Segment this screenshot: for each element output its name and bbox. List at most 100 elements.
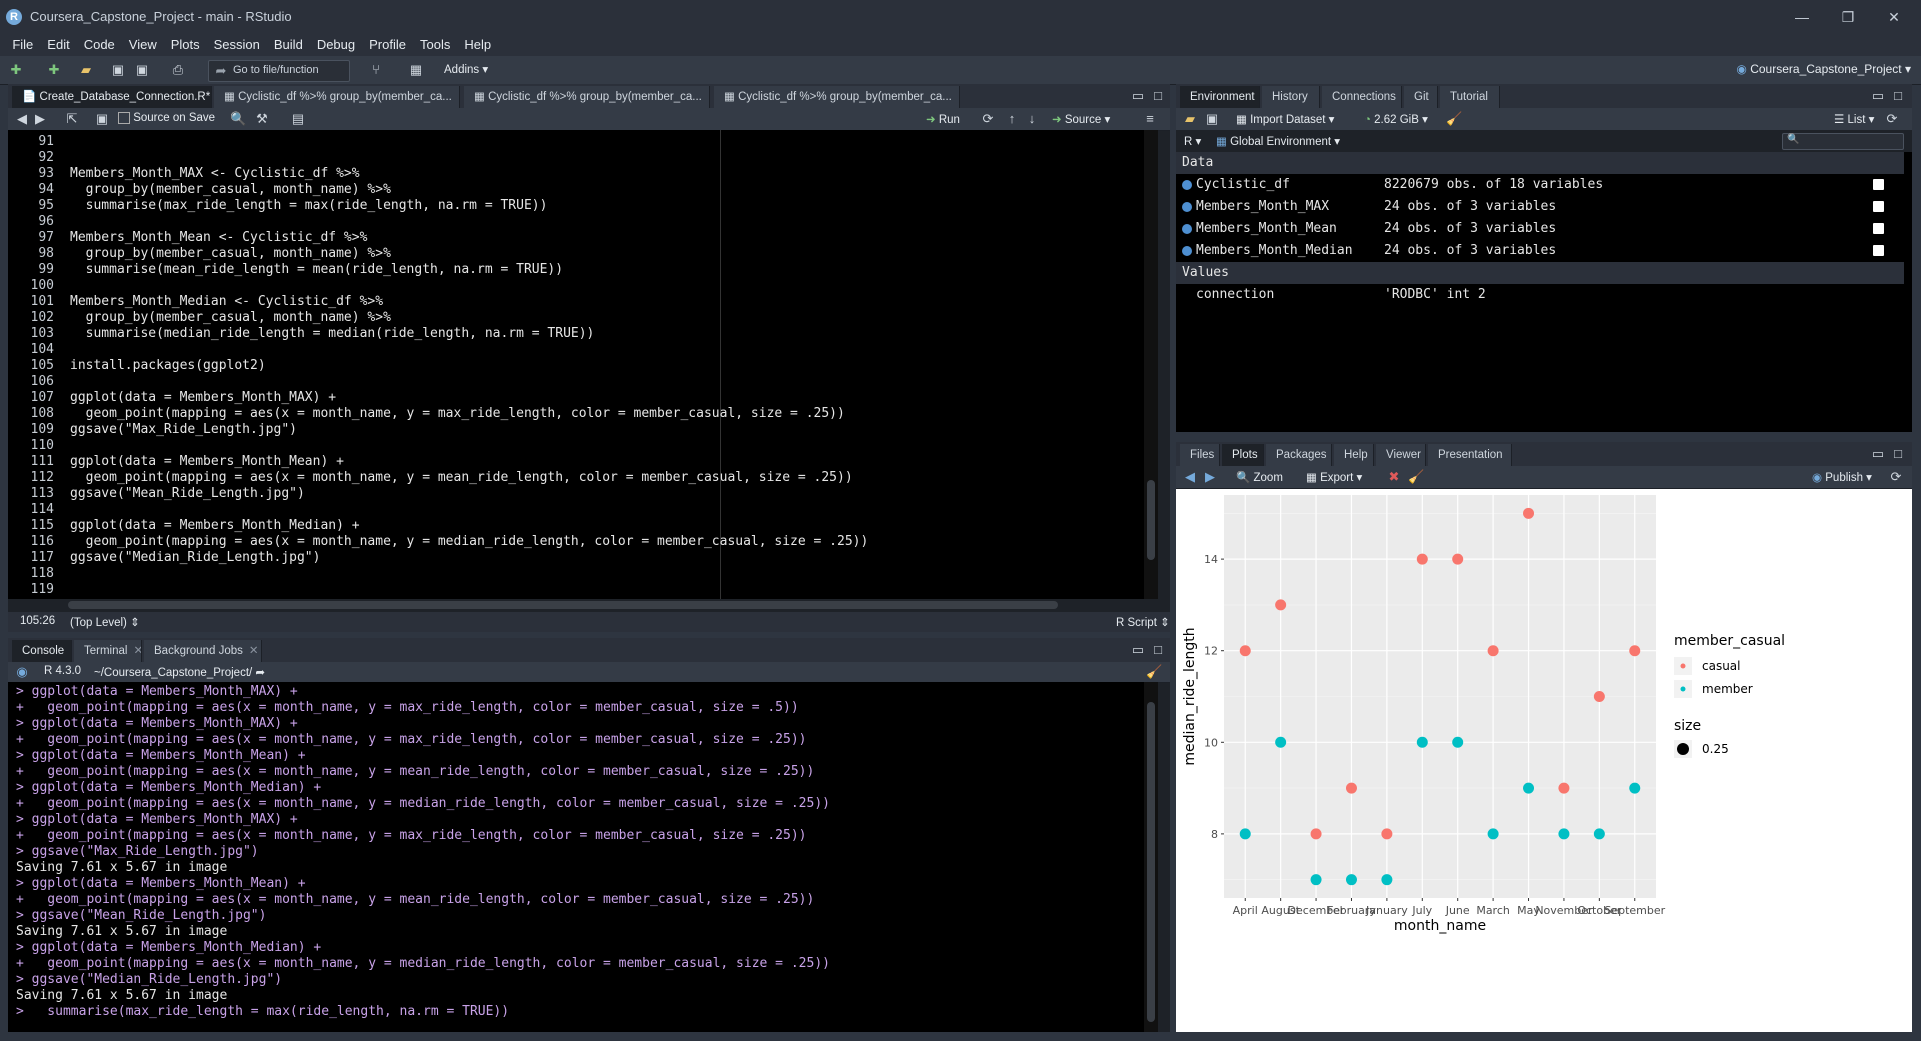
new-file-icon[interactable]: ✚ <box>8 62 24 78</box>
language-selector[interactable]: R ▾ <box>1184 134 1201 148</box>
menu-tools[interactable]: Tools <box>413 34 457 56</box>
save-all-icon[interactable]: ▣ <box>134 62 150 78</box>
minimize-icon[interactable]: — <box>1782 7 1822 27</box>
remove-plot-icon[interactable]: ✖ <box>1386 469 1402 485</box>
tab-files[interactable]: Files <box>1180 444 1220 466</box>
close-icon[interactable]: ✕ <box>1874 7 1914 27</box>
zoom-button[interactable]: 🔍 Zoom <box>1236 470 1283 484</box>
refresh-plot-icon[interactable]: ⟳ <box>1888 469 1904 485</box>
menu-profile[interactable]: Profile <box>362 34 413 56</box>
maximize-plots-icon[interactable]: □ <box>1890 446 1906 462</box>
file-type-indicator[interactable]: R Script ⇕ <box>1116 615 1170 629</box>
list-view-selector[interactable]: ☰ List ▾ <box>1834 112 1874 126</box>
source-on-save-checkbox[interactable]: Source on Save <box>118 112 215 124</box>
broom-icon[interactable]: 🧹 <box>1446 111 1462 127</box>
menu-edit[interactable]: Edit <box>40 34 76 56</box>
expand-icon[interactable] <box>1182 224 1192 234</box>
view-data-icon[interactable] <box>1873 201 1884 212</box>
expand-icon[interactable] <box>1182 202 1192 212</box>
next-plot-icon[interactable]: ▶ <box>1202 469 1218 485</box>
clear-console-icon[interactable]: 🧹 <box>1146 664 1162 680</box>
rerun-icon[interactable]: ⟳ <box>980 111 996 127</box>
publish-button[interactable]: ◉ Publish ▾ <box>1812 470 1872 484</box>
go-up-icon[interactable]: ↑ <box>1004 111 1020 127</box>
menu-file[interactable]: File <box>5 34 40 56</box>
run-button[interactable]: ➜ Run <box>926 112 960 126</box>
code-editor[interactable]: 91 92 93 94 95 96 97 98 99 100 101 102 103 104 105 106 1… <box>8 130 1158 599</box>
expand-icon[interactable] <box>1182 180 1192 190</box>
working-directory[interactable]: ~/Coursera_Capstone_Project/ ➦ <box>94 665 265 679</box>
env-row-members-month-max[interactable]: Members_Month_MAX 24 obs. of 3 variables <box>1176 196 1904 218</box>
go-to-file-input[interactable]: ➦ Go to file/function <box>208 60 350 82</box>
tab-packages[interactable]: Packages <box>1266 444 1332 466</box>
wand-icon[interactable]: ⚒ <box>254 111 270 127</box>
minimize-console-icon[interactable]: ▭ <box>1130 642 1146 658</box>
view-data-icon[interactable] <box>1873 223 1884 234</box>
tab-cyclistic-2[interactable]: ▦ Cyclistic_df %>% group_by(member_ca...… <box>464 86 710 108</box>
source-button[interactable]: ➜ Source ▾ <box>1052 112 1110 126</box>
editor-hscroll-thumb[interactable] <box>68 601 1058 609</box>
menu-build[interactable]: Build <box>267 34 310 56</box>
editor-scrollbar[interactable] <box>1144 130 1158 599</box>
layout-grid-icon[interactable]: ▦ <box>408 62 424 78</box>
env-row-members-month-median[interactable]: Members_Month_Median 24 obs. of 3 variabl… <box>1176 240 1904 262</box>
menu-view[interactable]: View <box>122 34 164 56</box>
editor-scroll-thumb[interactable] <box>1147 480 1155 560</box>
load-workspace-icon[interactable]: ▰ <box>1182 111 1198 127</box>
previous-plot-icon[interactable]: ◀ <box>1182 469 1198 485</box>
open-file-icon[interactable]: ▰ <box>78 62 94 78</box>
tab-viewer[interactable]: Viewer <box>1376 444 1426 466</box>
save-file-icon[interactable]: ▣ <box>94 111 110 127</box>
print-icon[interactable]: ⎙ <box>170 62 186 78</box>
compile-report-icon[interactable]: ▤ <box>290 111 306 127</box>
scope-indicator[interactable]: (Top Level) ⇕ <box>70 615 140 629</box>
env-row-cyclistic-df[interactable]: Cyclistic_df 8220679 obs. of 18 variables <box>1176 174 1904 196</box>
tab-environment[interactable]: Environment <box>1180 86 1260 108</box>
menu-code[interactable]: Code <box>77 34 122 56</box>
tab-create-database-connection[interactable]: 📄 Create_Database_Connection.R*✕ <box>12 86 212 108</box>
save-icon[interactable]: ▣ <box>110 62 126 78</box>
tab-connections[interactable]: Connections <box>1322 86 1402 108</box>
environment-search-input[interactable]: 🔍 <box>1782 133 1904 150</box>
tab-background-jobs[interactable]: Background Jobs ✕ <box>144 640 262 662</box>
back-icon[interactable]: ◀ <box>14 111 30 127</box>
minimize-env-icon[interactable]: ▭ <box>1870 88 1886 104</box>
tab-presentation[interactable]: Presentation <box>1428 444 1512 466</box>
project-menu[interactable]: ◉ Coursera_Capstone_Project ▾ <box>1736 62 1911 76</box>
clear-plots-icon[interactable]: 🧹 <box>1408 469 1424 485</box>
refresh-icon[interactable]: ⟳ <box>1884 111 1900 127</box>
vcs-icon[interactable]: ⑂ <box>368 62 384 78</box>
new-project-icon[interactable]: ✚ <box>46 62 62 78</box>
maximize-icon[interactable]: ❐ <box>1828 7 1868 27</box>
tab-git[interactable]: Git <box>1404 86 1438 108</box>
search-icon[interactable]: 🔍 <box>230 111 246 127</box>
minimize-pane-icon[interactable]: ▭ <box>1130 88 1146 104</box>
tab-cyclistic-1[interactable]: ▦ Cyclistic_df %>% group_by(member_ca...… <box>214 86 460 108</box>
export-button[interactable]: ▦ Export ▾ <box>1306 470 1362 484</box>
memory-usage[interactable]: ◔ 2.62 GiB ▾ <box>1364 112 1428 126</box>
save-workspace-icon[interactable]: ▣ <box>1204 111 1220 127</box>
expand-icon[interactable] <box>1182 246 1192 256</box>
console-scroll-thumb[interactable] <box>1147 702 1155 1022</box>
tab-terminal[interactable]: Terminal✕ <box>74 640 142 662</box>
show-in-window-icon[interactable]: ⇱ <box>64 111 80 127</box>
tab-plots[interactable]: Plots <box>1222 444 1264 466</box>
env-row-connection[interactable]: connection 'RODBC' int 2 <box>1176 284 1904 306</box>
minimize-plots-icon[interactable]: ▭ <box>1870 446 1886 462</box>
tab-cyclistic-3[interactable]: ▦ Cyclistic_df %>% group_by(member_ca...… <box>714 86 960 108</box>
view-data-icon[interactable] <box>1873 179 1884 190</box>
scope-selector[interactable]: ▦ Global Environment ▾ <box>1216 134 1340 148</box>
console-output[interactable]: > ggplot(data = Members_Month_MAX) + + ge… <box>8 682 1158 1032</box>
menu-help[interactable]: Help <box>457 34 498 56</box>
menu-debug[interactable]: Debug <box>310 34 362 56</box>
addins-menu[interactable]: Addins ▾ <box>444 62 488 76</box>
maximize-env-icon[interactable]: □ <box>1890 88 1906 104</box>
menu-plots[interactable]: Plots <box>164 34 207 56</box>
tab-help[interactable]: Help <box>1334 444 1374 466</box>
console-scrollbar[interactable] <box>1144 682 1158 1032</box>
env-row-members-month-mean[interactable]: Members_Month_Mean 24 obs. of 3 variables <box>1176 218 1904 240</box>
tab-console[interactable]: Console <box>12 640 72 662</box>
outline-icon[interactable]: ≡ <box>1142 111 1158 127</box>
tab-tutorial[interactable]: Tutorial <box>1440 86 1500 108</box>
editor-hscrollbar[interactable] <box>8 599 1158 611</box>
